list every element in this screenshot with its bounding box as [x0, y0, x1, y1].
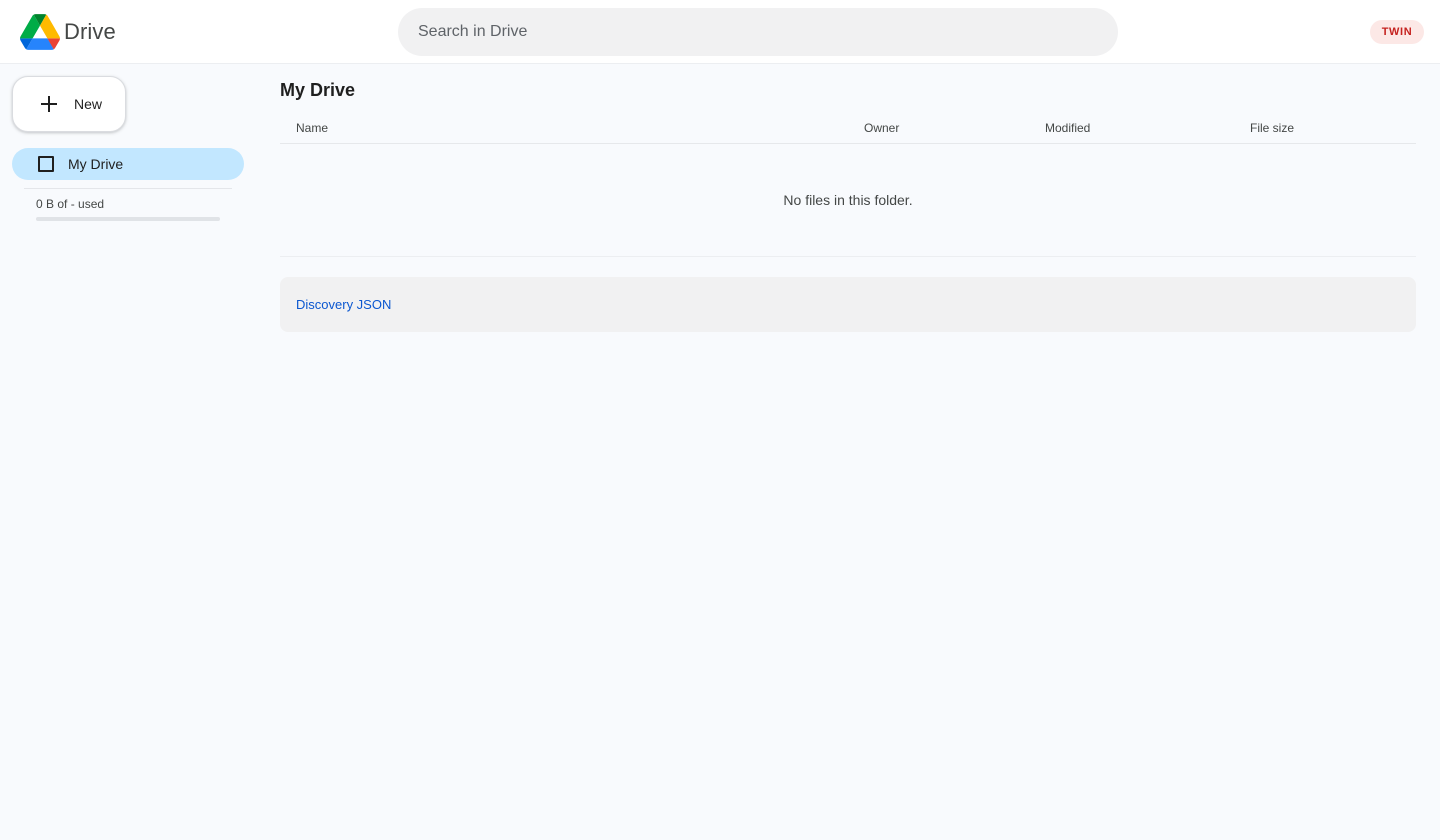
- discovery-json-link[interactable]: Discovery JSON: [296, 297, 391, 312]
- search-input[interactable]: [398, 8, 1118, 56]
- page-title: My Drive: [280, 80, 356, 100]
- app-name: Drive: [64, 19, 116, 44]
- sidebar-item-label: My Drive: [68, 156, 124, 172]
- square-icon: [38, 156, 54, 172]
- new-button-label: New: [74, 96, 103, 112]
- file-list: No files in this folder.: [280, 144, 1416, 257]
- column-header-name[interactable]: Name: [296, 121, 328, 135]
- column-header-owner[interactable]: Owner: [864, 121, 899, 135]
- twin-badge: TWIN: [1370, 20, 1424, 44]
- empty-state-message: No files in this folder.: [783, 192, 913, 208]
- sidebar-item-my-drive[interactable]: My Drive: [12, 148, 244, 180]
- sidebar-divider: [24, 188, 232, 189]
- column-header-file-size[interactable]: File size: [1250, 121, 1294, 135]
- file-table-header: Name Owner Modified File size: [280, 112, 1416, 144]
- discovery-panel: Discovery JSON: [280, 277, 1416, 332]
- drive-logo[interactable]: Drive: [20, 13, 116, 51]
- top-bar: Drive TWIN: [0, 0, 1440, 64]
- column-header-modified[interactable]: Modified: [1045, 121, 1090, 135]
- new-button[interactable]: New: [12, 76, 126, 132]
- google-drive-logo-icon: [20, 14, 60, 50]
- storage-usage-bar: [36, 217, 220, 221]
- plus-icon: [40, 95, 58, 113]
- storage-usage-text: 0 B of - used: [36, 197, 105, 211]
